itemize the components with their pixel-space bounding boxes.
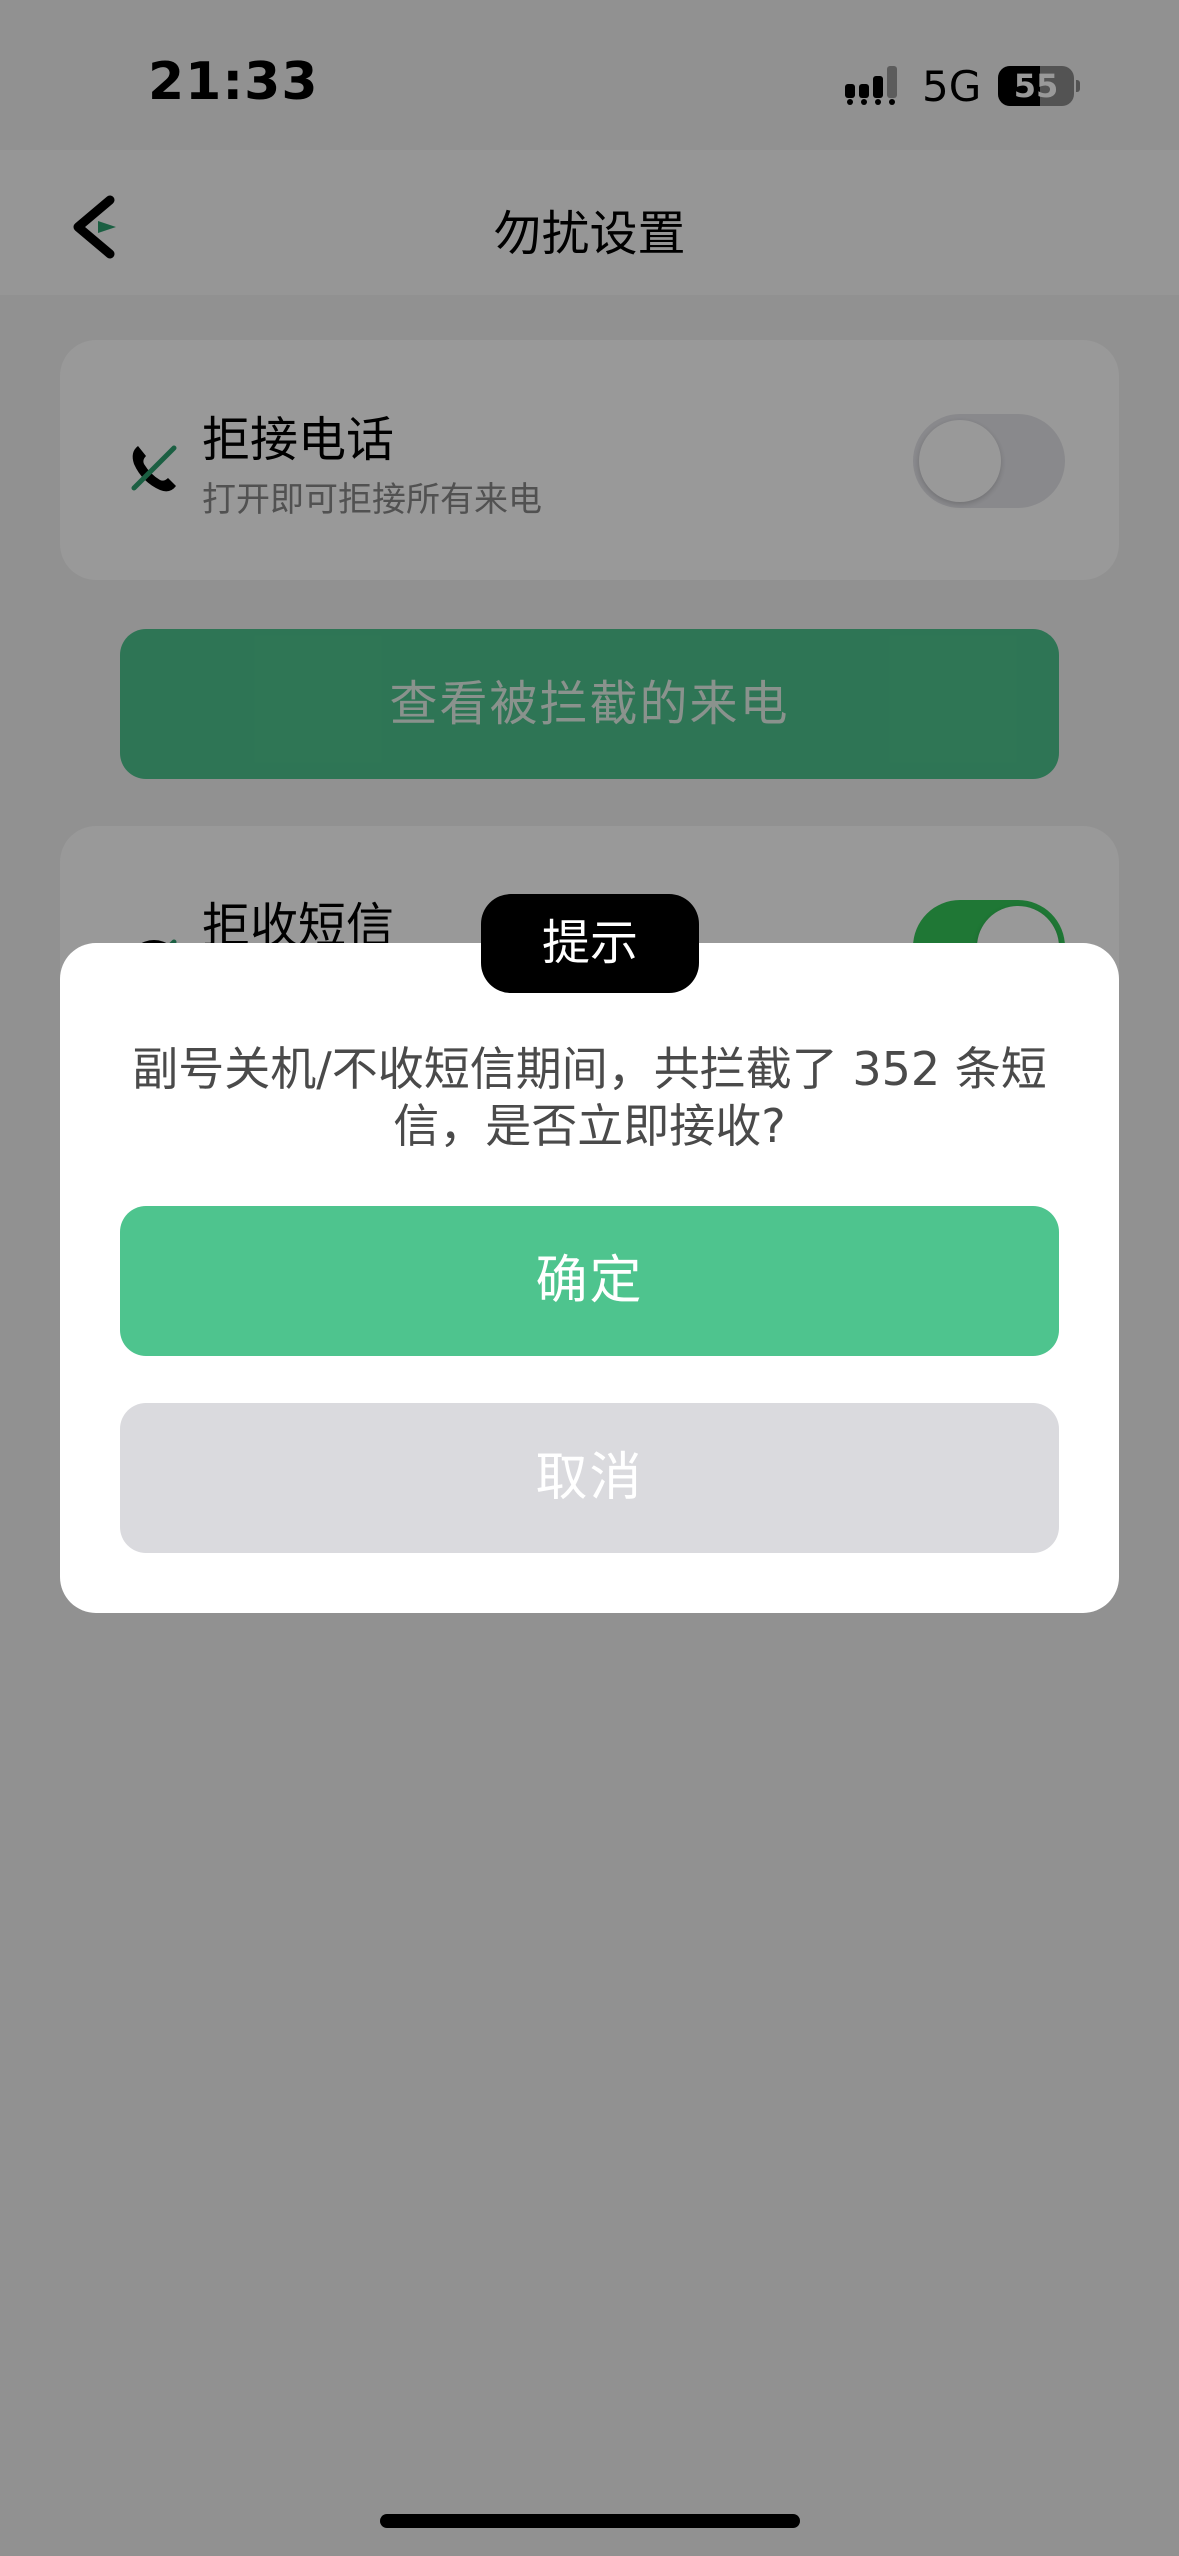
home-indicator[interactable]: [380, 2514, 800, 2528]
dialog-message: 副号关机/不收短信期间，共拦截了 352 条短信，是否立即接收?: [132, 1042, 1047, 1153]
cancel-button[interactable]: 取消: [120, 1403, 1059, 1553]
receive-sms-dialog: 副号关机/不收短信期间，共拦截了 352 条短信，是否立即接收? 确定 取消: [60, 943, 1119, 1613]
confirm-button[interactable]: 确定: [120, 1206, 1059, 1356]
dialog-title-tag: 提示: [481, 894, 699, 993]
